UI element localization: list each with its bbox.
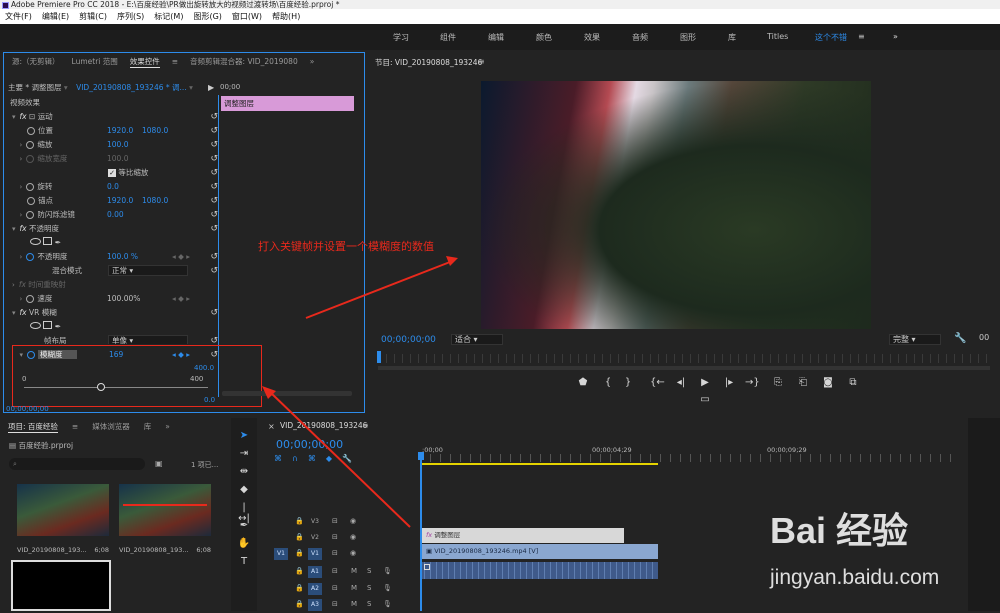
baidu-watermark-logo: Bai 经验 (770, 510, 909, 551)
annotation-arrow-line (269, 391, 411, 528)
baidu-watermark-url: jingyan.baidu.com (770, 566, 940, 589)
annotation-arrow-line (305, 261, 451, 319)
annotation-arrowhead (446, 256, 458, 266)
